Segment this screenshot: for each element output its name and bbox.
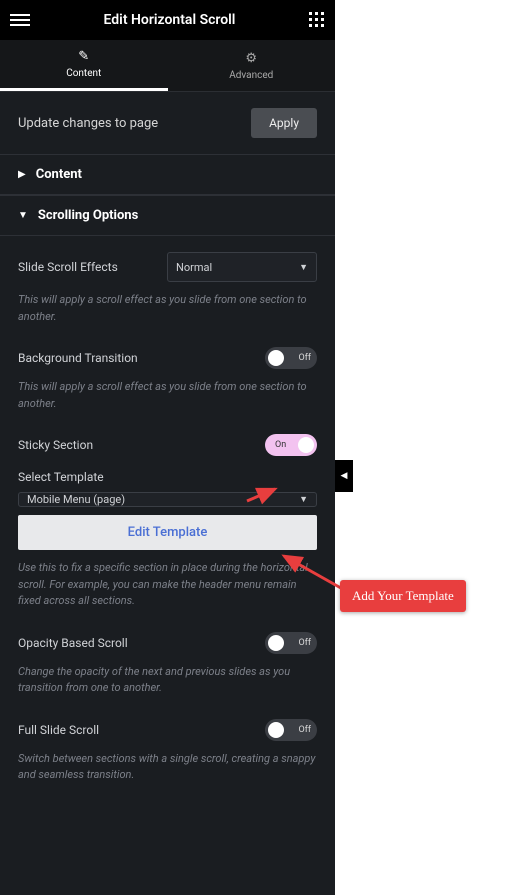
chevron-down-icon: ▼: [299, 262, 308, 273]
toggle-state: Off: [299, 638, 311, 648]
sticky-hint: Use this to fix a specific section in pl…: [18, 560, 317, 610]
panel-content: Update changes to page Apply ▶ Content ▼…: [0, 92, 335, 895]
panel-header: Edit Horizontal Scroll: [0, 0, 335, 40]
bg-transition-row: Background Transition Off: [18, 347, 317, 369]
pencil-icon: ✎: [78, 49, 89, 64]
apply-button[interactable]: Apply: [251, 108, 317, 138]
bg-transition-hint: This will apply a scroll effect as you s…: [18, 379, 317, 412]
select-value: Mobile Menu (page): [27, 493, 125, 506]
menu-icon[interactable]: [10, 14, 30, 26]
edit-template-button[interactable]: Edit Template: [18, 515, 317, 550]
update-row: Update changes to page Apply: [0, 92, 335, 154]
toggle-state: On: [275, 440, 286, 450]
toggle-state: Off: [299, 725, 311, 735]
opacity-hint: Change the opacity of the next and previ…: [18, 664, 317, 697]
bg-transition-toggle[interactable]: Off: [265, 347, 317, 369]
template-block: Select Template Mobile Menu (page) ▼ Edi…: [18, 470, 317, 550]
toggle-state: Off: [299, 353, 311, 363]
tab-bar: ✎ Content ⚙ Advanced: [0, 40, 335, 92]
template-select[interactable]: Mobile Menu (page) ▼: [18, 492, 317, 507]
chevron-right-icon: ▶: [18, 169, 26, 180]
slide-effects-label: Slide Scroll Effects: [18, 260, 118, 274]
tab-label: Content: [66, 68, 101, 79]
full-slide-row: Full Slide Scroll Off: [18, 719, 317, 741]
toggle-knob: [268, 350, 284, 366]
slide-effects-row: Slide Scroll Effects Normal ▼: [18, 252, 317, 282]
opacity-row: Opacity Based Scroll Off: [18, 632, 317, 654]
sticky-label: Sticky Section: [18, 438, 93, 452]
toggle-knob: [268, 635, 284, 651]
section-scrolling-header[interactable]: ▼ Scrolling Options: [0, 195, 335, 236]
bg-transition-label: Background Transition: [18, 351, 138, 365]
chevron-left-icon: ◀: [341, 471, 348, 481]
section-content-header[interactable]: ▶ Content: [0, 154, 335, 195]
tab-label: Advanced: [229, 70, 273, 81]
annotation-callout: Add Your Template: [340, 580, 466, 612]
section-title: Scrolling Options: [38, 208, 138, 223]
tab-content[interactable]: ✎ Content: [0, 40, 168, 91]
select-value: Normal: [176, 261, 212, 274]
opacity-toggle[interactable]: Off: [265, 632, 317, 654]
apps-icon[interactable]: [309, 12, 325, 28]
toggle-knob: [268, 722, 284, 738]
sticky-toggle[interactable]: On: [265, 434, 317, 456]
toggle-knob: [298, 437, 314, 453]
panel-title: Edit Horizontal Scroll: [30, 12, 309, 28]
collapse-panel-button[interactable]: ◀: [335, 460, 353, 492]
tab-advanced[interactable]: ⚙ Advanced: [168, 40, 336, 91]
slide-effects-select[interactable]: Normal ▼: [167, 252, 317, 282]
slide-effects-hint: This will apply a scroll effect as you s…: [18, 292, 317, 325]
full-slide-label: Full Slide Scroll: [18, 723, 99, 737]
update-label: Update changes to page: [18, 116, 158, 131]
chevron-down-icon: ▼: [299, 494, 308, 505]
opacity-label: Opacity Based Scroll: [18, 636, 128, 650]
chevron-down-icon: ▼: [18, 210, 28, 221]
full-slide-toggle[interactable]: Off: [265, 719, 317, 741]
section-title: Content: [36, 167, 82, 182]
template-label: Select Template: [18, 470, 317, 484]
full-slide-hint: Switch between sections with a single sc…: [18, 751, 317, 784]
section-scrolling-body: Slide Scroll Effects Normal ▼ This will …: [0, 236, 335, 808]
sticky-row: Sticky Section On: [18, 434, 317, 456]
gear-icon: ⚙: [245, 51, 257, 66]
editor-panel: Edit Horizontal Scroll ✎ Content ⚙ Advan…: [0, 0, 335, 895]
